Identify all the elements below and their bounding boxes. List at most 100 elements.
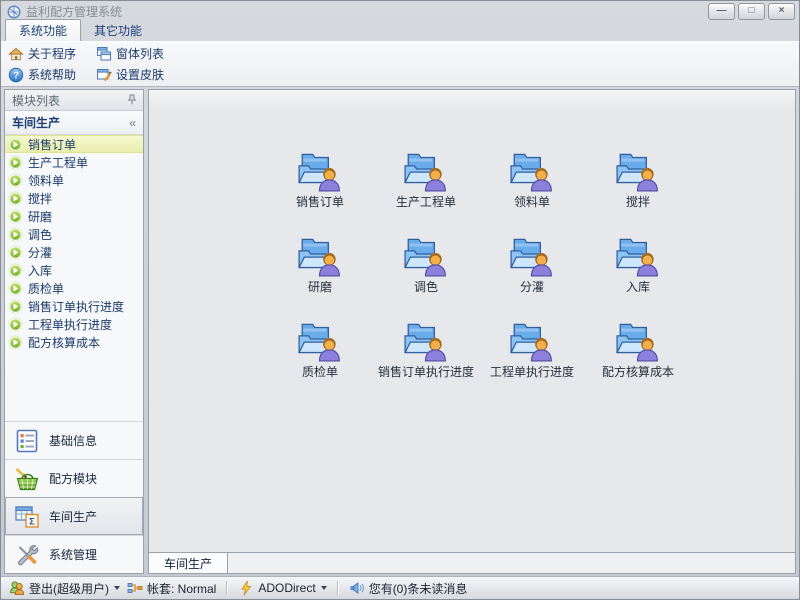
module-icon-label: 配方核算成本 bbox=[602, 363, 674, 380]
sidebar-item-picking-list[interactable]: 领料单 bbox=[5, 171, 143, 189]
group-label: 基础信息 bbox=[49, 432, 97, 449]
go-arrow-icon bbox=[8, 317, 23, 332]
sidebar-item-warehousing[interactable]: 入库 bbox=[5, 261, 143, 279]
sidebar-item-filling[interactable]: 分灌 bbox=[5, 243, 143, 261]
module-icon-grinding[interactable]: 研磨 bbox=[267, 233, 373, 318]
tools-icon bbox=[14, 542, 40, 568]
module-icon-label: 分灌 bbox=[520, 278, 544, 295]
sidebar-item-label: 工程单执行进度 bbox=[28, 316, 112, 333]
data-provider-button[interactable]: ADODirect bbox=[238, 580, 326, 596]
sidebar-item-label: 销售订单执行进度 bbox=[28, 298, 124, 315]
sidebar-item-label: 质检单 bbox=[28, 280, 64, 297]
group-basic-info[interactable]: 基础信息 bbox=[5, 421, 143, 459]
group-formula-module[interactable]: 配方模块 bbox=[5, 459, 143, 497]
dropdown-caret-icon bbox=[321, 586, 327, 590]
go-arrow-icon bbox=[8, 299, 23, 314]
module-icon-color-matching[interactable]: 调色 bbox=[373, 233, 479, 318]
go-arrow-icon bbox=[8, 335, 23, 350]
module-icon-picking-list[interactable]: 领料单 bbox=[479, 148, 585, 233]
module-icon-warehousing[interactable]: 入库 bbox=[585, 233, 691, 318]
module-icon-filling[interactable]: 分灌 bbox=[479, 233, 585, 318]
app-logo-icon bbox=[7, 5, 21, 19]
account-set-indicator: 帐套: Normal bbox=[127, 580, 216, 597]
module-icon-label: 质检单 bbox=[302, 363, 338, 380]
pin-icon[interactable] bbox=[126, 94, 138, 106]
collapse-chevron-icon[interactable]: « bbox=[129, 116, 136, 130]
sidebar-item-label: 生产工程单 bbox=[28, 154, 88, 171]
folder-user-icon bbox=[615, 233, 661, 277]
folder-user-icon bbox=[297, 318, 343, 362]
module-icon-label: 调色 bbox=[414, 278, 438, 295]
module-icon-grid: 销售订单 生产工程单 领料单 搅拌 bbox=[267, 148, 691, 403]
folder-user-icon bbox=[403, 148, 449, 192]
data-provider-label: ADODirect bbox=[258, 581, 315, 595]
unread-messages-button[interactable]: 您有(0)条未读消息 bbox=[349, 580, 468, 597]
account-set-label: 帐套: Normal bbox=[147, 580, 216, 597]
module-icon-mixing[interactable]: 搅拌 bbox=[585, 148, 691, 233]
folder-user-icon bbox=[615, 318, 661, 362]
set-skin-button[interactable]: 设置皮肤 bbox=[96, 66, 799, 83]
sidebar-item-label: 领料单 bbox=[28, 172, 64, 189]
go-arrow-icon bbox=[8, 281, 23, 296]
sidebar-item-formula-cost[interactable]: 配方核算成本 bbox=[5, 333, 143, 351]
sidebar-caption-label: 车间生产 bbox=[12, 114, 60, 131]
about-program-button[interactable]: 关于程序 bbox=[8, 45, 96, 62]
module-icon-sales-progress[interactable]: 销售订单执行进度 bbox=[373, 318, 479, 403]
module-icon-label: 领料单 bbox=[514, 193, 550, 210]
close-button[interactable]: × bbox=[768, 3, 795, 20]
module-icon-formula-cost[interactable]: 配方核算成本 bbox=[585, 318, 691, 403]
go-arrow-icon bbox=[8, 209, 23, 224]
module-icon-label: 入库 bbox=[626, 278, 650, 295]
lightning-icon bbox=[238, 580, 254, 596]
list-icon bbox=[14, 428, 40, 454]
home-icon bbox=[8, 46, 24, 62]
system-help-button[interactable]: 系统帮助 bbox=[8, 66, 96, 83]
set-skin-label: 设置皮肤 bbox=[116, 66, 164, 83]
ribbon-toolbar: 关于程序 窗体列表 系统帮助 设置皮肤 bbox=[1, 41, 799, 87]
go-arrow-icon bbox=[8, 263, 23, 278]
main-area: 销售订单 生产工程单 领料单 搅拌 bbox=[148, 89, 796, 574]
module-icon-production-order[interactable]: 生产工程单 bbox=[373, 148, 479, 233]
ribbon-tab-strip: 系统功能 其它功能 bbox=[1, 22, 799, 41]
logout-button[interactable]: 登出(超级用户) bbox=[9, 580, 120, 597]
form-list-button[interactable]: 窗体列表 bbox=[96, 45, 799, 62]
sidebar-item-production-order[interactable]: 生产工程单 bbox=[5, 153, 143, 171]
system-help-label: 系统帮助 bbox=[28, 66, 76, 83]
tab-system-functions[interactable]: 系统功能 bbox=[5, 19, 81, 41]
sidebar-item-label: 调色 bbox=[28, 226, 52, 243]
sidebar-item-sales-order[interactable]: 销售订单 bbox=[5, 135, 143, 153]
module-icon-quality-check[interactable]: 质检单 bbox=[267, 318, 373, 403]
document-tab-workshop-production[interactable]: 车间生产 bbox=[149, 553, 228, 573]
skin-icon bbox=[96, 67, 112, 83]
sidebar-item-order-progress[interactable]: 工程单执行进度 bbox=[5, 315, 143, 333]
go-arrow-icon bbox=[8, 155, 23, 170]
status-separator bbox=[337, 581, 339, 595]
go-arrow-icon bbox=[8, 227, 23, 242]
status-separator bbox=[226, 581, 228, 595]
module-icon-order-progress[interactable]: 工程单执行进度 bbox=[479, 318, 585, 403]
group-workshop-production[interactable]: 车间生产 bbox=[5, 497, 143, 535]
sidebar-item-label: 入库 bbox=[28, 262, 52, 279]
tab-other-functions[interactable]: 其它功能 bbox=[81, 20, 155, 41]
module-icon-sales-order[interactable]: 销售订单 bbox=[267, 148, 373, 233]
sidebar-item-color-matching[interactable]: 调色 bbox=[5, 225, 143, 243]
folder-user-icon bbox=[509, 148, 555, 192]
sidebar-item-grinding[interactable]: 研磨 bbox=[5, 207, 143, 225]
logout-label: 登出(超级用户) bbox=[29, 580, 109, 597]
sidebar-item-sales-progress[interactable]: 销售订单执行进度 bbox=[5, 297, 143, 315]
production-window-icon bbox=[14, 504, 40, 530]
folder-user-icon bbox=[297, 233, 343, 277]
sidebar-item-mixing[interactable]: 搅拌 bbox=[5, 189, 143, 207]
minimize-button[interactable]: — bbox=[708, 3, 735, 20]
folder-user-icon bbox=[615, 148, 661, 192]
speaker-icon bbox=[349, 580, 365, 596]
sidebar-item-label: 分灌 bbox=[28, 244, 52, 261]
window-list-icon bbox=[96, 46, 112, 62]
sidebar-item-label: 研磨 bbox=[28, 208, 52, 225]
dropdown-caret-icon bbox=[114, 586, 120, 590]
folder-user-icon bbox=[403, 233, 449, 277]
group-system-management[interactable]: 系统管理 bbox=[5, 535, 143, 573]
form-list-label: 窗体列表 bbox=[116, 45, 164, 62]
maximize-button[interactable]: □ bbox=[738, 3, 765, 20]
sidebar-item-quality-check[interactable]: 质检单 bbox=[5, 279, 143, 297]
